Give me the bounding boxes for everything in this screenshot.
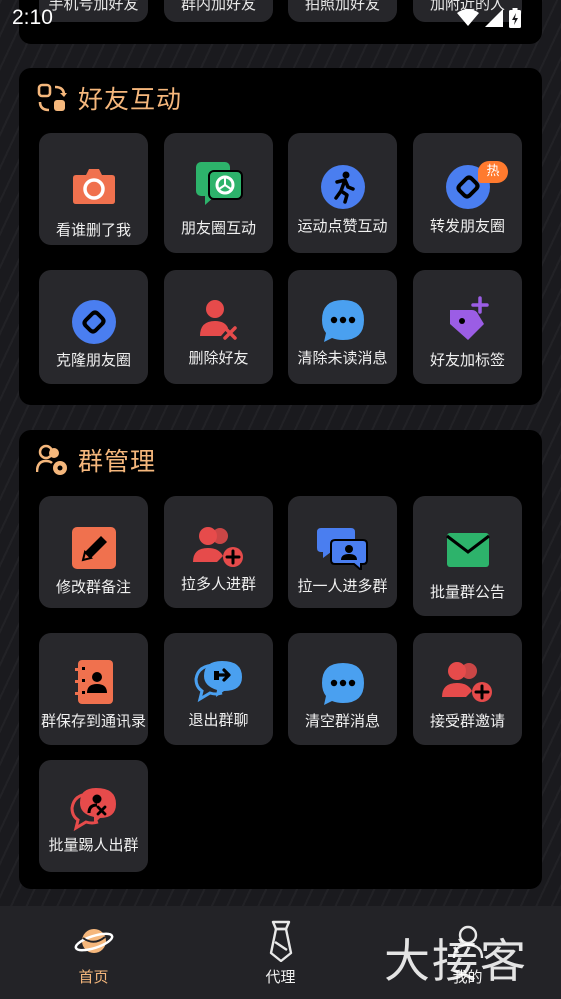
tile-label: 拉一人进多群 [297, 577, 388, 595]
tile-pull-one-into-many[interactable]: 拉一人进多群 [288, 496, 397, 608]
tile-label: 克隆朋友圈 [55, 351, 131, 369]
group-chat-icon [288, 526, 397, 570]
tile-pull-many-into-group[interactable]: 拉多人进群 [164, 496, 273, 608]
chat-bubble-icon [288, 298, 397, 344]
tile-label: 看谁删了我 [55, 221, 131, 239]
section-header: 好友互动 [36, 80, 182, 116]
section-title: 好友互动 [78, 85, 183, 114]
battery-icon [509, 8, 521, 28]
section-title: 群管理 [78, 447, 157, 476]
tile-label: 修改群备注 [55, 578, 131, 596]
tile-label: 退出群聊 [188, 711, 249, 729]
nav-mine[interactable]: 我的 [374, 906, 561, 999]
planet-icon [0, 924, 187, 958]
tile-label: 接受群邀请 [429, 712, 505, 730]
delete-user-icon [164, 298, 273, 340]
tile-label: 朋友圈互动 [180, 219, 256, 237]
tile-forward-moments[interactable]: 热 转发朋友圈 [413, 133, 522, 253]
tie-icon [187, 920, 374, 962]
swap-icon [36, 82, 68, 114]
tile-friend-tag[interactable]: 好友加标签 [413, 270, 522, 384]
tile-edit-group-remark[interactable]: 修改群备注 [39, 496, 148, 608]
tile-batch-kick-from-group[interactable]: 批量踢人出群 [39, 760, 148, 872]
nav-home[interactable]: 首页 [0, 906, 187, 999]
chat-bubble-icon [288, 661, 397, 707]
status-bar: 2:10 [0, 0, 561, 40]
signal-icon [485, 9, 503, 27]
envelope-icon [413, 532, 522, 568]
group-settings-icon [36, 444, 68, 476]
tile-label: 拉多人进群 [180, 575, 256, 593]
nav-agent[interactable]: 代理 [187, 906, 374, 999]
tile-clear-unread[interactable]: 清除未读消息 [288, 270, 397, 384]
nav-label: 代理 [265, 968, 296, 986]
tile-delete-friend[interactable]: 删除好友 [164, 270, 273, 384]
tile-who-deleted-me[interactable]: 看谁删了我 [39, 133, 148, 245]
tile-clear-group-messages[interactable]: 清空群消息 [288, 633, 397, 745]
tile-label: 清除未读消息 [297, 349, 388, 367]
exit-chat-icon [164, 659, 273, 703]
tile-label: 清空群消息 [304, 712, 380, 730]
section-header: 群管理 [36, 442, 156, 478]
nav-label: 首页 [78, 968, 109, 986]
status-time: 2:10 [12, 6, 53, 29]
moments-icon [164, 161, 273, 207]
hot-badge: 热 [478, 161, 508, 183]
contacts-book-icon [39, 659, 148, 705]
group-management-card: 群管理 修改群备注 拉多人进群 拉一人进多群 批量群公告 群保存到通讯录 退出群… [19, 430, 542, 889]
tile-sport-like-interaction[interactable]: 运动点赞互动 [288, 133, 397, 253]
tile-label: 转发朋友圈 [429, 217, 505, 235]
tile-label: 批量群公告 [429, 583, 505, 601]
nav-label: 我的 [452, 968, 483, 986]
tile-label: 批量踢人出群 [48, 836, 139, 854]
add-users-icon [164, 526, 273, 568]
tile-moments-interaction[interactable]: 朋友圈互动 [164, 133, 273, 253]
tile-label: 删除好友 [188, 349, 249, 367]
tile-accept-group-invite[interactable]: 接受群邀请 [413, 633, 522, 745]
tile-batch-group-notice[interactable]: 批量群公告 [413, 496, 522, 616]
tile-clone-moments[interactable]: 克隆朋友圈 [39, 270, 148, 384]
wifi-icon [457, 9, 479, 26]
running-icon [288, 165, 397, 209]
tile-label: 群保存到通讯录 [40, 712, 146, 730]
tile-label: 运动点赞互动 [297, 217, 388, 235]
accept-invite-icon [413, 661, 522, 703]
tile-exit-group-chat[interactable]: 退出群聊 [164, 633, 273, 745]
link-icon [39, 300, 148, 344]
friend-interaction-card: 好友互动 看谁删了我 朋友圈互动 运动点赞互动 热 转发朋友圈 克隆朋友圈 删除… [19, 68, 542, 405]
bottom-nav: 首页 代理 我的 [0, 906, 561, 999]
edit-icon [39, 526, 148, 570]
tile-label: 好友加标签 [429, 351, 505, 369]
camera-icon [39, 165, 148, 205]
kick-user-icon [39, 786, 148, 832]
tile-save-group-to-contacts[interactable]: 群保存到通讯录 [39, 633, 148, 745]
user-icon [374, 924, 561, 960]
tag-plus-icon [413, 296, 522, 342]
